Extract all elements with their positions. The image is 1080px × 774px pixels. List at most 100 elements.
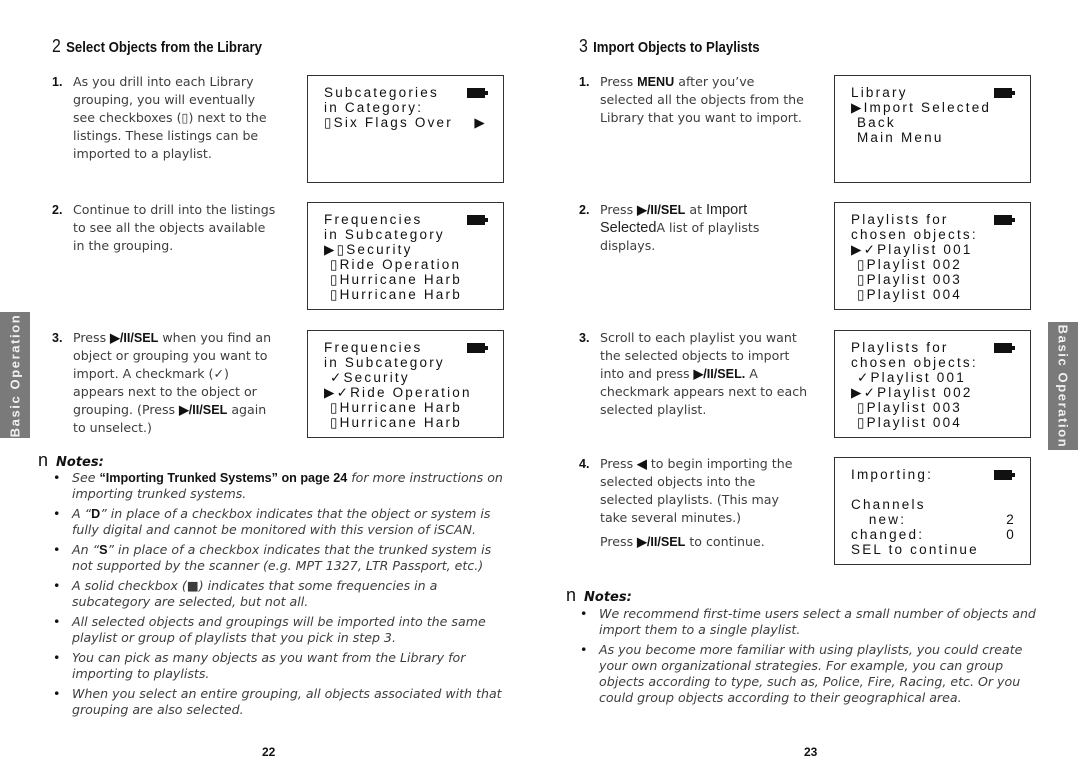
lcd-line: ▯Ride Operation xyxy=(324,257,462,272)
right-step-2: 2. Press ▶/II/SEL at Import SelectedA li… xyxy=(579,201,804,255)
step-text-continue: Press ▶/II/SEL to continue. xyxy=(600,534,765,549)
lcd-line: Importing: xyxy=(851,467,934,482)
left-step-2: 2. Continue to drill into the listings t… xyxy=(52,201,277,255)
note-item: A “D” in place of a checkbox indicates t… xyxy=(52,506,512,538)
note-icon: n xyxy=(38,450,49,470)
left-notes-list: See “Importing Trunked Systems” on page … xyxy=(52,470,512,722)
new-channels-count: 2 xyxy=(1006,512,1016,527)
right-notes-heading: n Notes: xyxy=(566,585,632,606)
lcd-line: chosen objects: xyxy=(851,355,978,370)
lcd-line: Main Menu xyxy=(851,130,944,145)
step-text: As you drill into each Library grouping,… xyxy=(73,74,267,161)
sel-key-label: ▶/II/SEL xyxy=(110,331,159,345)
lcd-line: ▯Playlist 003 xyxy=(851,272,963,287)
lcd-line: Back xyxy=(851,115,896,130)
section-number: 3 xyxy=(579,36,588,56)
lcd-screen-importing: Importing: Channels new: 2 changed: 0 SEL … xyxy=(834,457,1031,565)
back-key-icon: ◀ xyxy=(637,457,647,471)
right-section-heading: 3 Import Objects to Playlists xyxy=(579,36,760,57)
lcd-line-selected: ▶✓Playlist 002 xyxy=(851,385,973,400)
step-number: 1. xyxy=(579,75,590,89)
section-title: Select Objects from the Library xyxy=(66,39,262,56)
step-number: 4. xyxy=(579,457,590,471)
side-tab-left: Basic Operation xyxy=(0,312,30,438)
sel-key-label: ▶/II/SEL xyxy=(637,535,686,549)
cross-reference-link[interactable]: “Importing Trunked Systems” on page 24 xyxy=(100,471,348,485)
lcd-line: Subcategories xyxy=(324,85,439,100)
notes-label: Notes: xyxy=(584,590,632,605)
page-number-left: 22 xyxy=(262,745,276,759)
side-tab-label: Basic Operation xyxy=(1055,324,1071,448)
lcd-line: ▯Playlist 002 xyxy=(851,257,963,272)
menu-key-label: MENU xyxy=(637,75,675,89)
note-item: An “S” in place of a checkbox indicates … xyxy=(52,542,512,574)
lcd-line: ▯Six Flags Over ▶ xyxy=(324,115,487,130)
lcd-line-selected: ▶✓Ride Operation xyxy=(324,385,472,400)
left-notes-heading: n Notes: xyxy=(38,450,104,471)
right-step-3: 3. Scroll to each playlist you want the … xyxy=(579,329,809,419)
lcd-line: SEL to continue xyxy=(851,542,979,557)
lcd-screen-frequencies-2: Frequencies in Subcategory ✓Security ▶✓R… xyxy=(307,330,504,438)
section-title: Import Objects to Playlists xyxy=(593,39,760,56)
lcd-line: Frequencies xyxy=(324,340,423,355)
lcd-line-selected: ▶▯Security xyxy=(324,242,413,257)
lcd-line: in Subcategory xyxy=(324,227,445,242)
changed-channels-count: 0 xyxy=(1006,527,1016,542)
sel-key-label: ▶/II/SEL xyxy=(637,203,686,217)
note-item: See “Importing Trunked Systems” on page … xyxy=(52,470,512,502)
lcd-screen-library-menu: Library ▶Import Selected Back Main Menu xyxy=(834,75,1031,183)
lcd-line: ▯Hurricane Harb xyxy=(324,400,462,415)
lcd-line xyxy=(835,482,1030,497)
lcd-line: Channels xyxy=(851,497,926,512)
lcd-line: Playlists for xyxy=(851,340,949,355)
note-item: You can pick as many objects as you want… xyxy=(52,650,512,682)
section-number: 2 xyxy=(52,36,61,56)
lcd-line: ▯Playlist 003 xyxy=(851,400,963,415)
note-icon: n xyxy=(566,585,577,605)
lcd-line-new: new: 2 xyxy=(851,512,1016,527)
note-item: A solid checkbox (■) indicates that some… xyxy=(52,578,512,610)
right-step-4: 4. Press ◀ to begin importing the select… xyxy=(579,455,804,551)
lcd-line: ▯Hurricane Harb xyxy=(324,272,462,287)
lcd-screen-playlists-1: Playlists for chosen objects: ▶✓Playlist… xyxy=(834,202,1031,310)
step-text: Scroll to each playlist you want the sel… xyxy=(600,330,808,417)
note-item: When you select an entire grouping, all … xyxy=(52,686,512,718)
right-step-1: 1. Press MENU after you’ve selected all … xyxy=(579,73,804,127)
left-section-heading: 2 Select Objects from the Library xyxy=(52,36,262,57)
lcd-line: in Category: xyxy=(324,100,424,115)
sel-key-label: ▶/II/SEL xyxy=(179,403,228,417)
lcd-line: ▯Hurricane Harb xyxy=(324,287,462,302)
lcd-line: ▯Playlist 004 xyxy=(851,287,963,302)
step-number: 2. xyxy=(579,203,590,217)
lcd-screen-playlists-2: Playlists for chosen objects: ✓Playlist … xyxy=(834,330,1031,438)
step-number: 2. xyxy=(52,203,63,217)
note-item: All selected objects and groupings will … xyxy=(52,614,512,646)
lcd-line: Frequencies xyxy=(324,212,423,227)
lcd-line: ✓Security xyxy=(324,370,410,385)
step-text: Press ◀ to begin importing the selected … xyxy=(600,456,793,525)
lcd-line-changed: changed: 0 xyxy=(851,527,1016,542)
note-item: As you become more familiar with using p… xyxy=(579,642,1039,706)
sel-key-label: ▶/II/SEL. xyxy=(693,367,746,381)
step-number: 1. xyxy=(52,75,63,89)
lcd-line: ▯Playlist 004 xyxy=(851,415,963,430)
lcd-line: Playlists for xyxy=(851,212,949,227)
lcd-line-selected: ▶Import Selected xyxy=(851,100,992,115)
lcd-line: ✓Playlist 001 xyxy=(851,370,966,385)
lcd-line: in Subcategory xyxy=(324,355,445,370)
left-step-1: 1. As you drill into each Library groupi… xyxy=(52,73,277,163)
lcd-line-selected: ▶✓Playlist 001 xyxy=(851,242,973,257)
arrow-right-icon: ▶ xyxy=(474,115,487,130)
step-text: Press MENU after you’ve selected all the… xyxy=(600,74,804,125)
step-text: Press ▶/II/SEL when you find an object o… xyxy=(73,330,272,435)
step-text: Continue to drill into the listings to s… xyxy=(73,202,276,253)
right-notes-list: We recommend first-time users select a s… xyxy=(579,606,1039,710)
lcd-line: ▯Hurricane Harb xyxy=(324,415,462,430)
notes-label: Notes: xyxy=(56,455,104,470)
step-number: 3. xyxy=(579,331,590,345)
side-tab-label: Basic Operation xyxy=(7,313,23,437)
lcd-line: chosen objects: xyxy=(851,227,978,242)
page-number-right: 23 xyxy=(804,745,818,759)
side-tab-right: Basic Operation xyxy=(1048,322,1078,450)
step-number: 3. xyxy=(52,331,63,345)
